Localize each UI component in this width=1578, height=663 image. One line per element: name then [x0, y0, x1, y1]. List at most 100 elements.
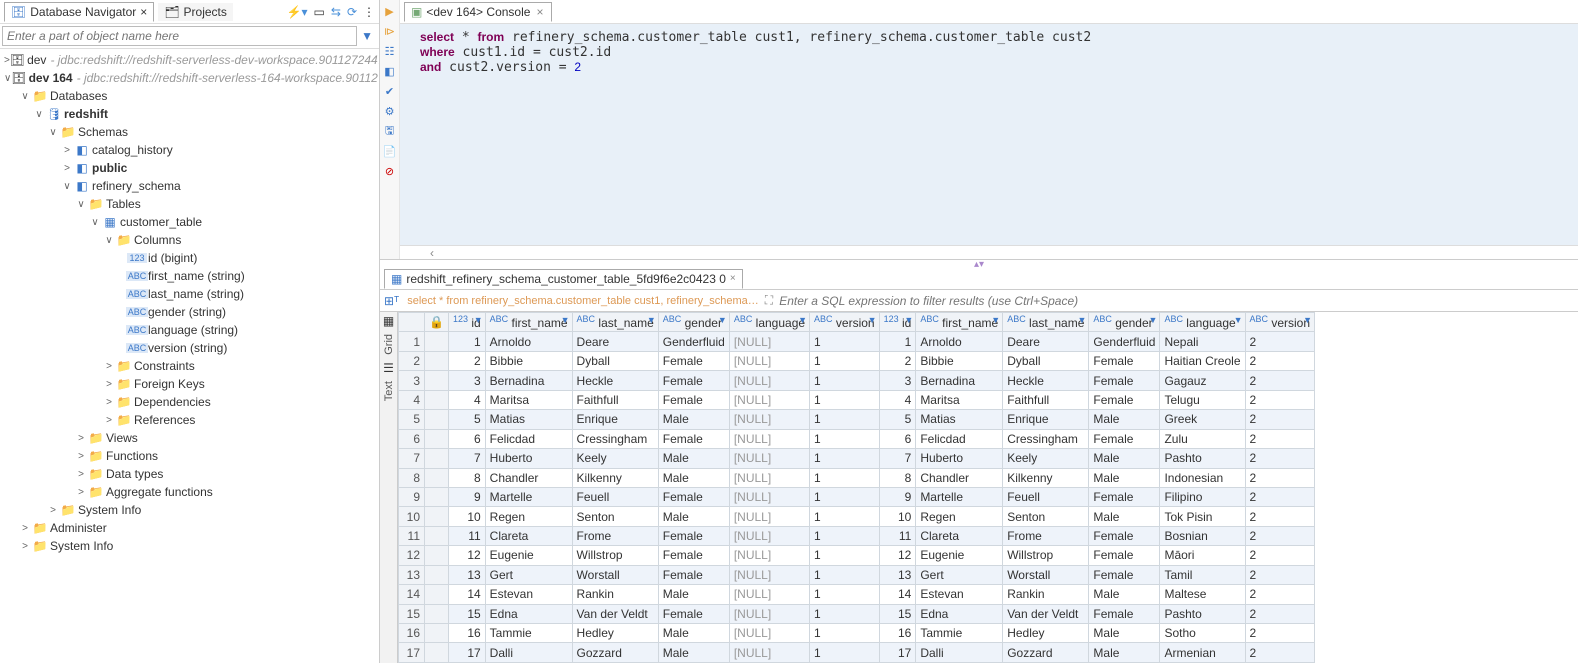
cell[interactable]: Chandler	[916, 468, 1003, 487]
cell[interactable]: [NULL]	[729, 410, 809, 429]
cell[interactable]: Sotho	[1160, 624, 1245, 643]
cell[interactable]: Male	[658, 449, 729, 468]
cell[interactable]: Edna	[916, 604, 1003, 623]
node-datatypes[interactable]: >📁Data types	[0, 465, 379, 483]
cell[interactable]: 3	[448, 371, 485, 390]
node-deps[interactable]: >📁Dependencies	[0, 393, 379, 411]
node-functions[interactable]: >📁Functions	[0, 447, 379, 465]
cell[interactable]: 2	[1245, 371, 1315, 390]
cell[interactable]: 15	[448, 604, 485, 623]
cell[interactable]: Dyball	[1003, 351, 1089, 370]
cell[interactable]: Female	[658, 526, 729, 545]
row-lock[interactable]	[425, 371, 449, 390]
row-lock[interactable]	[425, 565, 449, 584]
cell[interactable]: Male	[658, 624, 729, 643]
cell[interactable]: 1	[810, 507, 880, 526]
cell[interactable]: Rankin	[572, 585, 658, 604]
cell[interactable]: [NULL]	[729, 526, 809, 545]
cell[interactable]: Male	[658, 507, 729, 526]
cell[interactable]: Keely	[1003, 449, 1089, 468]
cell[interactable]: Male	[1089, 585, 1160, 604]
cell[interactable]: 1	[810, 449, 880, 468]
cell[interactable]: 6	[448, 429, 485, 448]
cell[interactable]: Hedley	[572, 624, 658, 643]
col-header-first_name[interactable]: ABC first_name▼	[485, 313, 572, 332]
results-grid[interactable]: 🔒123 id▼ABC first_name▼ABC last_name▼ABC…	[398, 312, 1315, 663]
cell[interactable]: Dyball	[572, 351, 658, 370]
save-icon[interactable]: 🖫	[383, 124, 397, 138]
cell[interactable]: 11	[448, 526, 485, 545]
cell[interactable]: Tok Pisin	[1160, 507, 1245, 526]
col-header-gender[interactable]: ABC gender▼	[658, 313, 729, 332]
cell[interactable]: [NULL]	[729, 624, 809, 643]
cell[interactable]: 2	[879, 351, 916, 370]
close-icon[interactable]: ×	[140, 5, 147, 19]
twisty-icon[interactable]: >	[102, 397, 116, 408]
cell[interactable]: 2	[1245, 468, 1315, 487]
cell[interactable]: Telugu	[1160, 390, 1245, 409]
node-refs[interactable]: >📁References	[0, 411, 379, 429]
cell[interactable]: 14	[879, 585, 916, 604]
twisty-icon[interactable]: ∨	[88, 217, 102, 228]
cell[interactable]: Maltese	[1160, 585, 1245, 604]
cell[interactable]: 1	[810, 468, 880, 487]
load-icon[interactable]: 📄	[383, 144, 397, 158]
cell[interactable]: 1	[810, 546, 880, 565]
twisty-icon[interactable]: ∨	[60, 181, 74, 192]
expand-icon[interactable]: ▭	[314, 5, 325, 19]
row-lock[interactable]	[425, 487, 449, 506]
cell[interactable]: Huberto	[916, 449, 1003, 468]
grid-side-icon[interactable]: ▦	[383, 314, 394, 328]
cell[interactable]: Tammie	[916, 624, 1003, 643]
conn-dev164[interactable]: ∨🗄dev 164 - jdbc:redshift://redshift-ser…	[0, 69, 379, 87]
cell[interactable]: Greek	[1160, 410, 1245, 429]
cell[interactable]: 14	[448, 585, 485, 604]
cell[interactable]: 6	[879, 429, 916, 448]
cell[interactable]: 1	[810, 351, 880, 370]
row-lock[interactable]	[425, 624, 449, 643]
twisty-icon[interactable]: ∨	[32, 109, 46, 120]
cell[interactable]: 4	[448, 390, 485, 409]
row-lock[interactable]	[425, 507, 449, 526]
twisty-icon[interactable]: >	[74, 487, 88, 498]
col-first-name[interactable]: ABCfirst_name (string)	[0, 267, 379, 285]
row-number[interactable]: 14	[399, 585, 425, 604]
row-lock[interactable]	[425, 526, 449, 545]
cell[interactable]: 5	[448, 410, 485, 429]
cell[interactable]: 9	[448, 487, 485, 506]
col-last-name[interactable]: ABClast_name (string)	[0, 285, 379, 303]
cell[interactable]: 2	[1245, 585, 1315, 604]
node-databases[interactable]: ∨📁Databases	[0, 87, 379, 105]
col-header-id[interactable]: 123 id▼	[879, 313, 916, 332]
cell[interactable]: Female	[1089, 371, 1160, 390]
cell[interactable]: Faithfull	[1003, 390, 1089, 409]
cell[interactable]: Bernadina	[916, 371, 1003, 390]
grid-view-tab[interactable]: Grid	[383, 328, 395, 361]
cell[interactable]: 17	[448, 643, 485, 663]
rownum-header[interactable]	[399, 313, 425, 332]
cell[interactable]: 15	[879, 604, 916, 623]
cell[interactable]: Female	[658, 390, 729, 409]
cell[interactable]: [NULL]	[729, 585, 809, 604]
cell[interactable]: Indonesian	[1160, 468, 1245, 487]
twisty-icon[interactable]: >	[46, 505, 60, 516]
row-number[interactable]: 16	[399, 624, 425, 643]
row-lock[interactable]	[425, 585, 449, 604]
twisty-icon[interactable]: >	[60, 145, 74, 156]
row-lock[interactable]	[425, 332, 449, 351]
cell[interactable]: [NULL]	[729, 546, 809, 565]
cell[interactable]: Hedley	[1003, 624, 1089, 643]
cell[interactable]: Worstall	[1003, 565, 1089, 584]
cell[interactable]: Female	[1089, 546, 1160, 565]
tab-database-navigator[interactable]: 🗄 Database Navigator ×	[4, 2, 154, 22]
twisty-icon[interactable]: >	[18, 523, 32, 534]
cell[interactable]: 1	[810, 526, 880, 545]
row-number[interactable]: 1	[399, 332, 425, 351]
cell[interactable]: Female	[1089, 429, 1160, 448]
cell[interactable]: Arnoldo	[916, 332, 1003, 351]
row-number[interactable]: 2	[399, 351, 425, 370]
row-lock[interactable]	[425, 546, 449, 565]
cell[interactable]: Cressingham	[1003, 429, 1089, 448]
cell[interactable]: Male	[1089, 449, 1160, 468]
cell[interactable]: Female	[1089, 351, 1160, 370]
